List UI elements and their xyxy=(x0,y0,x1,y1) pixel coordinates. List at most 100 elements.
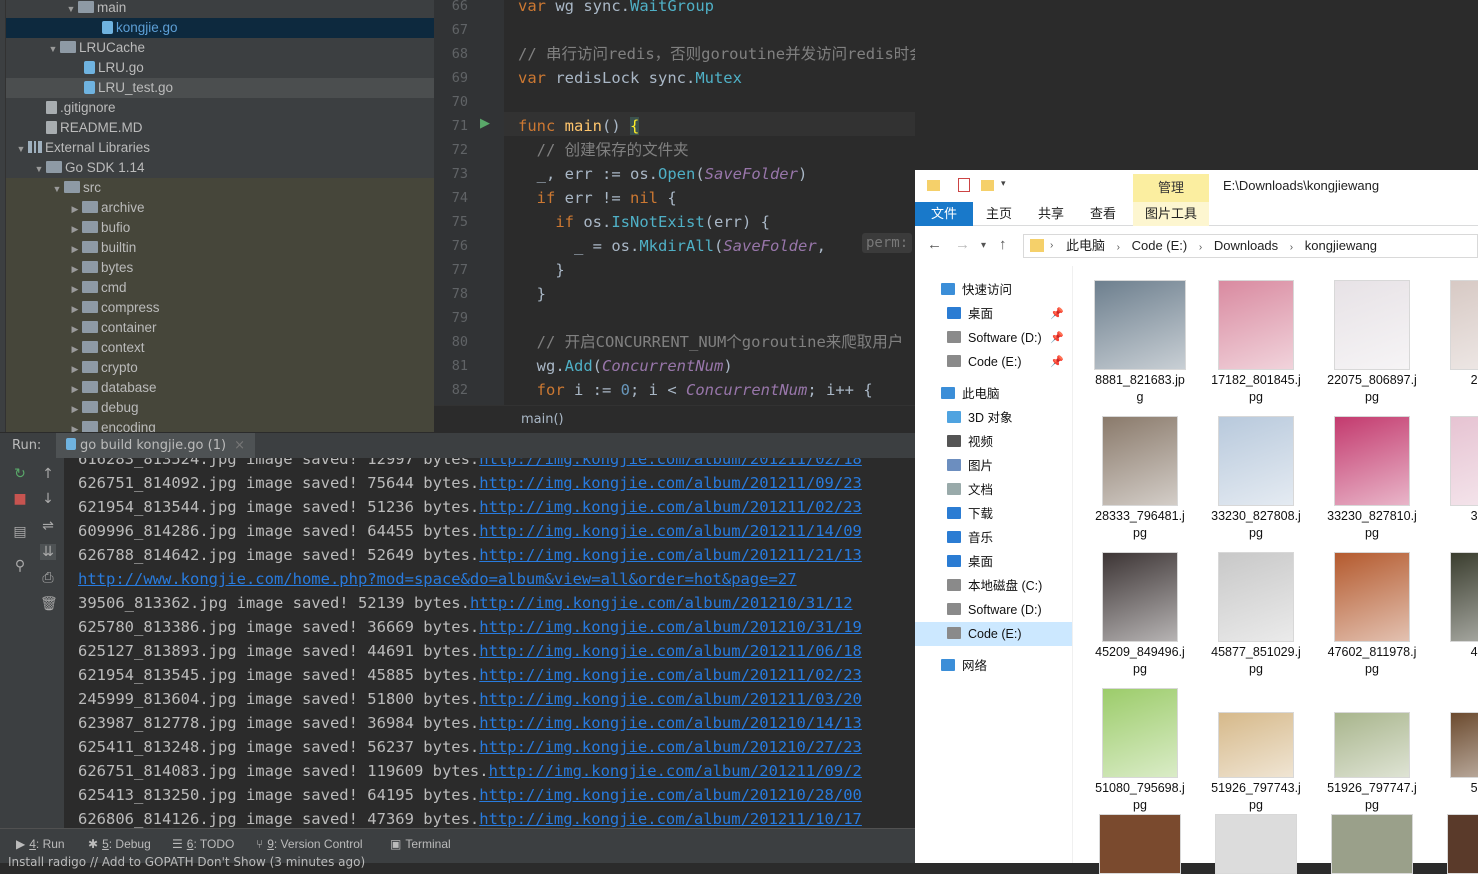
image-thumbnail[interactable] xyxy=(1334,712,1410,778)
run-config-tab[interactable]: go build kongjie.go (1) × xyxy=(56,433,255,459)
tool-tab[interactable]: ⑂ 9: Version Control xyxy=(256,835,363,853)
expand-down-icon[interactable]: ▼ xyxy=(14,139,28,159)
file-name[interactable]: 51926 xyxy=(1433,780,1478,797)
tree-item[interactable]: ▼ External Libraries xyxy=(6,138,434,158)
scroll-up-icon[interactable]: ↑ xyxy=(40,466,56,482)
tree-item[interactable]: ▶ archive xyxy=(6,198,434,218)
nav-item[interactable]: 快速访问 xyxy=(915,278,1072,302)
nav-item[interactable]: 此电脑 xyxy=(915,382,1072,406)
tree-item[interactable]: ▼ LRUCache xyxy=(6,38,434,58)
layout-icon[interactable]: ▤ xyxy=(12,524,28,540)
tree-item[interactable]: ▶ container xyxy=(6,318,434,338)
image-thumbnail[interactable] xyxy=(1218,552,1294,642)
expand-right-icon[interactable]: ▶ xyxy=(68,359,82,379)
console-link[interactable]: http://img.kongjie.com/album/201211/06/1… xyxy=(479,642,862,660)
image-thumbnail[interactable] xyxy=(1334,416,1410,506)
expand-right-icon[interactable]: ▶ xyxy=(68,219,82,239)
tab-view[interactable]: 查看 xyxy=(1083,202,1123,226)
image-thumbnail[interactable] xyxy=(1331,814,1413,874)
expand-right-icon[interactable]: ▶ xyxy=(68,379,82,399)
expand-right-icon[interactable]: ▶ xyxy=(68,339,82,359)
console-link[interactable]: http://img.kongjie.com/album/201211/14/0… xyxy=(479,522,862,540)
address-bar[interactable]: › 此电脑 › Code (E:) › Downloads › kongjiew… xyxy=(1023,234,1478,258)
image-thumbnail[interactable] xyxy=(1447,814,1478,874)
file-name[interactable]: 22075 xyxy=(1433,372,1478,389)
file-name[interactable]: 51926_797747.j pg xyxy=(1317,780,1427,814)
expand-right-icon[interactable]: ▶ xyxy=(68,199,82,219)
expand-down-icon[interactable]: ▼ xyxy=(46,39,60,59)
expand-right-icon[interactable]: ▶ xyxy=(68,239,82,259)
image-thumbnail[interactable] xyxy=(1450,712,1478,778)
new-folder-icon[interactable] xyxy=(981,180,994,191)
soft-wrap-icon[interactable]: ⇌ xyxy=(40,518,56,534)
nav-item[interactable]: 文档 xyxy=(915,478,1072,502)
breadcrumb-this-pc[interactable]: 此电脑 xyxy=(1066,238,1105,253)
expand-right-icon[interactable]: ▶ xyxy=(68,299,82,319)
file-name[interactable]: 47602_811978.j pg xyxy=(1317,644,1427,678)
file-name[interactable]: 17182_801845.j pg xyxy=(1201,372,1311,406)
nav-item[interactable]: 音乐 xyxy=(915,526,1072,550)
tab-file[interactable]: 文件 xyxy=(915,202,973,226)
breadcrumb-downloads[interactable]: Downloads xyxy=(1214,238,1278,253)
nav-item[interactable]: 网络 xyxy=(915,654,1072,678)
nav-item[interactable]: Software (D:) xyxy=(915,598,1072,622)
back-arrow-icon[interactable]: ← xyxy=(927,236,942,253)
pin-icon[interactable]: 📌 xyxy=(1050,326,1064,350)
run-gutter-icon[interactable]: ▶ xyxy=(480,116,490,131)
tree-item[interactable]: ▶ context xyxy=(6,338,434,358)
nav-item[interactable]: Software (D:) 📌 xyxy=(915,326,1072,350)
rerun-icon[interactable]: ↻ xyxy=(12,466,28,482)
image-thumbnail[interactable] xyxy=(1102,552,1178,642)
tree-item[interactable]: ▶ bytes xyxy=(6,258,434,278)
up-arrow-icon[interactable]: ↑ xyxy=(999,236,1007,253)
tree-item[interactable]: ▼ Go SDK 1.14 xyxy=(6,158,434,178)
image-thumbnail[interactable] xyxy=(1218,280,1294,370)
file-name[interactable]: 47602 xyxy=(1433,644,1478,661)
console-link[interactable]: http://img.kongjie.com/album/201211/09/2… xyxy=(479,474,862,492)
image-thumbnail[interactable] xyxy=(1450,552,1478,642)
image-thumbnail[interactable] xyxy=(1334,552,1410,642)
tool-tab[interactable]: ▶ 4: Run xyxy=(16,835,65,853)
scroll-to-end-icon[interactable]: ⇊ xyxy=(40,544,56,560)
console-link[interactable]: http://img.kongjie.com/album/201210/14/1… xyxy=(479,714,862,732)
chevron-down-icon[interactable]: ▾ xyxy=(1001,178,1006,189)
tree-item[interactable]: ▶ debug xyxy=(6,398,434,418)
console-link[interactable]: http://img.kongjie.com/album/201210/28/0… xyxy=(479,786,862,804)
stop-icon[interactable]: ■ xyxy=(12,491,28,507)
tree-item[interactable]: ▼ main xyxy=(6,0,434,18)
file-name[interactable]: 33230_827808.j pg xyxy=(1201,508,1311,542)
scroll-down-icon[interactable]: ↓ xyxy=(40,491,56,507)
recent-locations-chevron-icon[interactable]: ▾ xyxy=(981,240,986,251)
console-link[interactable]: http://img.kongjie.com/album/201211/21/1… xyxy=(479,546,862,564)
image-thumbnail[interactable] xyxy=(1218,416,1294,506)
image-thumbnail[interactable] xyxy=(1102,688,1178,778)
file-name[interactable]: 28333_796481.j pg xyxy=(1085,508,1195,542)
expand-down-icon[interactable]: ▼ xyxy=(50,179,64,199)
file-name[interactable]: 33230_827810.j pg xyxy=(1317,508,1427,542)
console-link[interactable]: http://img.kongjie.com/album/201211/02/2… xyxy=(479,666,862,684)
code-editor[interactable]: 66 67 68 69 70 71 72 73 74 75 76 77 78 79 80 81 82 ▶ var… xyxy=(434,0,915,432)
tree-item[interactable]: README.MD xyxy=(6,118,434,138)
image-thumbnail[interactable] xyxy=(1450,280,1478,370)
console-link[interactable]: http://img.kongjie.com/album/201211/03/2… xyxy=(479,690,862,708)
tree-item[interactable]: ▶ builtin xyxy=(6,238,434,258)
file-name[interactable]: 51080_795698.j pg xyxy=(1085,780,1195,814)
console-output[interactable]: 616283_813524.jpg image saved! 12997 byt… xyxy=(64,458,915,828)
file-name[interactable]: 8881_821683.jp g xyxy=(1085,372,1195,406)
tab-home[interactable]: 主页 xyxy=(979,202,1019,226)
expand-right-icon[interactable]: ▶ xyxy=(68,279,82,299)
expand-down-icon[interactable]: ▼ xyxy=(32,159,46,179)
expand-right-icon[interactable]: ▶ xyxy=(68,419,82,432)
tree-item[interactable]: LRU.go xyxy=(6,58,434,78)
expand-down-icon[interactable]: ▼ xyxy=(64,0,78,19)
file-name[interactable]: 45209_849496.j pg xyxy=(1085,644,1195,678)
console-link[interactable]: http://img.kongjie.com/album/201211/09/2 xyxy=(489,762,862,780)
pin-icon[interactable]: 📌 xyxy=(1050,350,1064,374)
image-thumbnail[interactable] xyxy=(1218,712,1294,778)
nav-item[interactable]: Code (E:) 📌 xyxy=(915,350,1072,374)
pin-icon[interactable]: 📌 xyxy=(1050,302,1064,326)
nav-item[interactable]: Code (E:) xyxy=(915,622,1072,646)
tool-tab[interactable]: ✱ 5: Debug xyxy=(88,835,151,853)
pin-icon[interactable]: ⚲ xyxy=(12,558,28,574)
nav-item[interactable]: 本地磁盘 (C:) xyxy=(915,574,1072,598)
